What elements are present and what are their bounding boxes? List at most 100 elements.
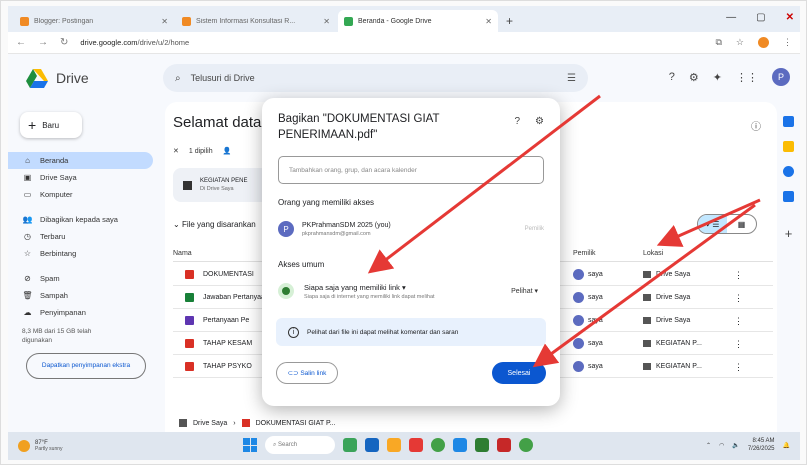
browser-tab-sistem[interactable]: Sistem Informasi Konsultasi R... ✕ <box>176 10 336 32</box>
drive-icon: ▣ <box>23 173 32 182</box>
new-button[interactable]: + Baru <box>20 112 82 138</box>
avatar[interactable]: P <box>772 68 790 86</box>
clear-selection-icon[interactable]: ✕ <box>173 147 179 155</box>
menu-dots-icon[interactable]: ⋮ <box>783 37 792 48</box>
more-actions-icon[interactable]: ⋮ <box>734 316 743 327</box>
role-dropdown[interactable]: Pelihat ▾ <box>511 287 538 295</box>
system-tray: ⌃ ◠ 🔈 8:45 AM 7/26/2025 🔔 <box>706 438 790 454</box>
apps-grid-icon[interactable]: ⋮⋮ <box>736 71 758 84</box>
sidebar-item-penyimpanan[interactable]: ☁ Penyimpanan <box>8 304 153 321</box>
more-actions-icon[interactable]: ⋮ <box>734 339 743 350</box>
excel-icon[interactable] <box>475 438 489 452</box>
taskbar-search-label: Search <box>278 442 298 448</box>
more-actions-icon[interactable]: ⋮ <box>734 362 743 373</box>
bookmark-star-icon[interactable]: ☆ <box>736 37 744 48</box>
browser-tab-drive[interactable]: Beranda - Google Drive ✕ <box>338 10 498 32</box>
grid-view-icon[interactable]: ▦ <box>727 215 756 233</box>
sidebar-item-sampah[interactable]: 🗑 Sampah <box>8 287 153 304</box>
forward-icon[interactable]: → <box>38 37 48 48</box>
minimize-icon[interactable]: — <box>726 12 736 23</box>
contacts-icon[interactable] <box>783 191 794 202</box>
folder-icon[interactable] <box>387 438 401 452</box>
owner-avatar <box>573 361 584 372</box>
sidebar-item-shared[interactable]: 👥 Dibagikan kepada saya <box>8 211 153 228</box>
search-filter-icon[interactable]: ☰ <box>567 73 576 84</box>
add-addon-icon[interactable]: + <box>785 226 793 241</box>
weather-widget[interactable]: 87°F Partly sunny <box>18 440 63 452</box>
list-view-icon[interactable]: ✓☰ <box>698 215 727 233</box>
cast-icon[interactable]: ⧉ <box>715 37 721 48</box>
back-icon[interactable]: ← <box>16 37 26 48</box>
address-bar: ← → ↻ drive.google.com/drive/u/2/home ⧉ … <box>8 32 800 54</box>
share-dialog-title: Bagikan "DOKUMENTASI GIAT PENERIMAAN.pdf… <box>278 113 440 141</box>
nav-divider <box>8 203 163 211</box>
sidebar-item-label: Spam <box>40 274 60 283</box>
wifi-icon[interactable]: ◠ <box>719 442 724 449</box>
share-person-icon[interactable]: 👤 <box>223 147 232 155</box>
browser-tab-blogger[interactable]: Blogger: Postingan ✕ <box>14 10 174 32</box>
opera-icon[interactable] <box>409 438 423 452</box>
url-field[interactable]: drive.google.com/drive/u/2/home <box>80 38 701 47</box>
pdf-app-icon[interactable] <box>497 438 511 452</box>
help-icon[interactable]: ? <box>669 71 675 83</box>
col-location[interactable]: Lokasi <box>643 250 663 257</box>
owner-label: saya <box>588 294 603 301</box>
form-icon <box>185 316 194 325</box>
sidebar-item-komputer[interactable]: ▭ Komputer <box>8 186 153 203</box>
breadcrumb-root[interactable]: Drive Saya <box>193 420 227 427</box>
close-icon[interactable]: ✕ <box>485 17 492 26</box>
chrome-icon[interactable] <box>431 438 445 452</box>
share-dialog: Bagikan "DOKUMENTASI GIAT PENERIMAAN.pdf… <box>262 98 560 406</box>
more-actions-icon[interactable]: ⋮ <box>734 293 743 304</box>
edge-icon[interactable] <box>453 438 467 452</box>
drive-logo[interactable]: Drive <box>26 68 166 88</box>
tasks-icon[interactable] <box>783 166 794 177</box>
search-input[interactable]: ⌕ Telusuri di Drive ☰ <box>163 64 588 92</box>
breadcrumb-file[interactable]: DOKUMENTASI GIAT P... <box>256 420 336 427</box>
col-owner[interactable]: Pemilik <box>573 250 596 257</box>
reload-icon[interactable]: ↻ <box>60 37 68 48</box>
widgets-icon[interactable] <box>343 438 357 452</box>
gemini-sparkle-icon[interactable]: ✦ <box>713 71 722 84</box>
settings-gear-icon[interactable]: ⚙ <box>535 116 544 127</box>
view-toggle[interactable]: ✓☰ ▦ <box>697 214 757 234</box>
close-icon[interactable]: ✕ <box>323 17 330 26</box>
windows-start-icon[interactable] <box>243 438 257 452</box>
get-storage-button[interactable]: Dapatkan penyimpanan ekstra <box>26 353 146 380</box>
role-dropdown-label: Pelihat <box>511 288 533 295</box>
sidebar-item-spam[interactable]: ⊘ Spam <box>8 270 153 287</box>
more-actions-icon[interactable]: ⋮ <box>734 270 743 281</box>
pdf-icon <box>185 339 194 348</box>
clock-date: 7/26/2025 <box>747 445 775 452</box>
sidebar-item-berbintang[interactable]: ☆ Berbintang <box>8 245 153 262</box>
info-icon[interactable]: ⓘ <box>751 118 761 133</box>
info-icon: i <box>288 326 299 338</box>
suggested-files-label[interactable]: ⌄ File yang disarankan <box>173 220 256 229</box>
file-owner: saya <box>573 269 603 280</box>
clock-icon: ◷ <box>24 232 31 241</box>
volume-icon[interactable]: 🔈 <box>732 442 739 449</box>
clock[interactable]: 8:45 AM 7/26/2025 <box>748 438 775 454</box>
chrome-profile-icon[interactable] <box>519 438 533 452</box>
copy-link-button[interactable]: ⊂⊃ Salin link <box>276 362 338 384</box>
calendar-icon[interactable] <box>783 116 794 127</box>
window-close-icon[interactable]: ✕ <box>786 12 794 23</box>
add-people-input[interactable]: Tambahkan orang, grup, dan acara kalende… <box>278 156 544 184</box>
notification-icon[interactable]: 🔔 <box>783 442 790 449</box>
file-explorer-icon[interactable] <box>365 438 379 452</box>
access-dropdown[interactable]: Siapa saja yang memiliki link ▾ <box>304 283 435 292</box>
sidebar-item-beranda[interactable]: ⌂ Beranda <box>8 152 153 169</box>
tray-chevron-icon[interactable]: ⌃ <box>706 442 711 449</box>
settings-gear-icon[interactable]: ⚙ <box>689 71 699 84</box>
keep-icon[interactable] <box>783 141 794 152</box>
new-tab-button[interactable]: + <box>506 14 513 28</box>
close-icon[interactable]: ✕ <box>161 17 168 26</box>
maximize-icon[interactable]: ▢ <box>756 12 765 23</box>
taskbar-search[interactable]: ⌕ Search <box>265 436 335 454</box>
col-name[interactable]: Nama <box>173 250 192 257</box>
help-icon[interactable]: ? <box>514 116 520 127</box>
profile-icon[interactable] <box>758 37 769 48</box>
sidebar-item-drive-saya[interactable]: ▣ Drive Saya <box>8 169 153 186</box>
done-button[interactable]: Selesai <box>492 362 546 384</box>
sidebar-item-terbaru[interactable]: ◷ Terbaru <box>8 228 153 245</box>
